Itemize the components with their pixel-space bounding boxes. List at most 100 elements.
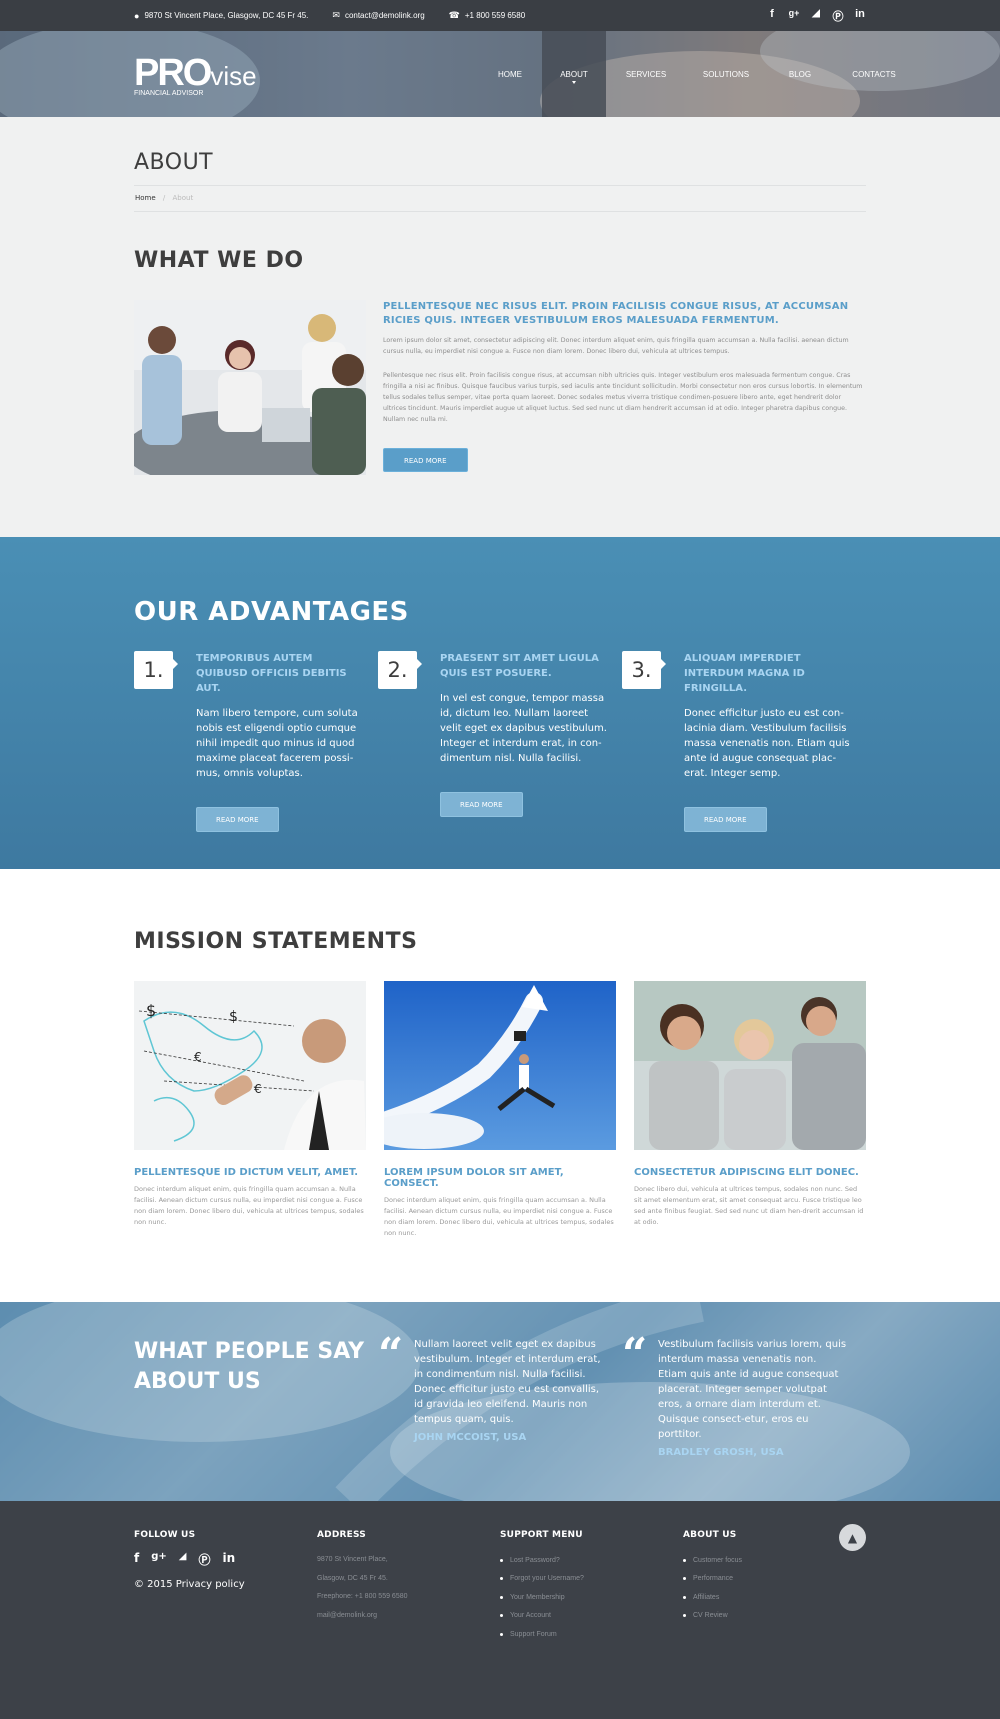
address-line: 9870 St Vincent Place, xyxy=(317,1556,388,1563)
linkedin-icon[interactable]: in xyxy=(223,1551,236,1568)
advantage-read-more-button[interactable]: READ MORE xyxy=(440,792,523,817)
address-line: Glasgow, DC 45 Fr 45. xyxy=(317,1574,388,1582)
facebook-icon[interactable]: f xyxy=(766,8,778,24)
mission-text: Donec interdum aliquet enim, quis fringi… xyxy=(384,1196,614,1237)
mission-heading[interactable]: CONSECTETUR ADIPISCING ELIT DONEC. xyxy=(634,1167,866,1178)
advantage-heading: PRAESENT SIT AMET LIGULA QUIS EST POSUER… xyxy=(440,653,599,679)
team-meeting-photo xyxy=(134,300,366,475)
advantages-title: OUR ADVANTAGES xyxy=(134,597,409,627)
copyright-privacy-link[interactable]: © 2015 Privacy policy xyxy=(134,1579,317,1590)
about-link[interactable]: CV Review xyxy=(683,1607,866,1626)
mission-text: Donec interdum aliquet enim, quis fringi… xyxy=(134,1185,364,1226)
nav-blog[interactable]: BLOG xyxy=(766,31,834,117)
advantage-item: 3. ALIQUAM IMPERDIET INTERDUM MAGNA ID F… xyxy=(622,651,866,832)
mission-item: LOREM IPSUM DOLOR SIT AMET, CONSECT. Don… xyxy=(384,981,616,1239)
map-pin-icon: ● xyxy=(134,10,140,21)
google-plus-icon[interactable]: g+ xyxy=(151,1551,167,1568)
advantage-number: 2. xyxy=(378,651,422,689)
what-we-do-block: PELLENTESQUE NEC RISUS ELIT. PROIN FACIL… xyxy=(134,300,866,475)
testimonials-section: WHAT PEOPLE SAY ABOUT US “ Nullam laoree… xyxy=(0,1302,1000,1501)
advantage-heading: ALIQUAM IMPERDIET INTERDUM MAGNA ID FRIN… xyxy=(684,653,805,694)
mission-section: MISSION STATEMENTS $ $ € € PELLENTESQUE … xyxy=(0,869,1000,1302)
support-link[interactable]: Your Account xyxy=(500,1607,683,1626)
footer-social-links: f g+ ◢ Ⓟ in xyxy=(134,1551,317,1568)
footer-about-column: ABOUT US Customer focus Performance Affi… xyxy=(683,1530,866,1644)
mail-icon: ✉ xyxy=(332,10,340,20)
nav-about[interactable]: ABOUT xyxy=(542,31,606,117)
topbar-email[interactable]: ✉ contact@demolink.org xyxy=(332,10,424,21)
business-team-photo[interactable] xyxy=(634,981,866,1150)
nav-home[interactable]: HOME xyxy=(478,31,542,117)
mission-item: CONSECTETUR ADIPISCING ELIT DONEC. Donec… xyxy=(634,981,866,1239)
about-link[interactable]: Customer focus xyxy=(683,1551,866,1570)
support-link[interactable]: Support Forum xyxy=(500,1625,683,1644)
testimonial-author: JOHN MCCOIST, USA xyxy=(414,1432,527,1443)
main-nav: HOME ABOUT SERVICES SOLUTIONS BLOG CONTA… xyxy=(478,31,914,117)
mission-heading[interactable]: LOREM IPSUM DOLOR SIT AMET, CONSECT. xyxy=(384,1167,616,1189)
about-section: ABOUT Home / About WHAT WE DO PELLENTESQ… xyxy=(0,117,1000,537)
about-link[interactable]: Performance xyxy=(683,1570,866,1589)
footer-address-column: ADDRESS 9870 St Vincent Place, Glasgow, … xyxy=(317,1530,500,1644)
testimonial-item: “ Vestibulum facilisis varius lorem, qui… xyxy=(622,1329,866,1459)
support-link[interactable]: Your Membership xyxy=(500,1588,683,1607)
facebook-icon[interactable]: f xyxy=(134,1551,139,1568)
read-more-button[interactable]: READ MORE xyxy=(383,448,468,472)
advantage-text: Nam libero tempore, cum soluta nobis est… xyxy=(196,708,358,779)
pinterest-icon[interactable]: Ⓟ xyxy=(198,1551,210,1568)
mission-heading[interactable]: PELLENTESQUE ID DICTUM VELIT, AMET. xyxy=(134,1167,366,1178)
world-map-photo[interactable]: $ $ € € xyxy=(134,981,366,1150)
site-logo[interactable]: PROvise FINANCIAL ADVISOR xyxy=(134,54,257,97)
site-header: PROvise FINANCIAL ADVISOR HOME ABOUT SER… xyxy=(0,31,1000,117)
nav-solutions[interactable]: SOLUTIONS xyxy=(686,31,766,117)
advantage-number: 3. xyxy=(622,651,666,689)
breadcrumb-home[interactable]: Home xyxy=(135,194,156,202)
mission-title: MISSION STATEMENTS xyxy=(134,929,418,954)
mission-item: $ $ € € PELLENTESQUE ID DICTUM VELIT, AM… xyxy=(134,981,366,1239)
footer-follow-heading: FOLLOW US xyxy=(134,1530,196,1540)
what-we-do-paragraph-1: Lorem ipsum dolor sit amet, consectetur … xyxy=(383,337,849,355)
back-to-top-button[interactable]: ▲ xyxy=(839,1524,866,1551)
testimonial-text: Vestibulum facilisis varius lorem, quis … xyxy=(658,1339,847,1440)
svg-text:$: $ xyxy=(229,1009,238,1025)
advantage-item: 1. TEMPORIBUS AUTEM QUIBUSD OFFICIIS DEB… xyxy=(134,651,378,832)
rss-icon[interactable]: ◢ xyxy=(810,8,822,24)
topbar-address: ● 9870 St Vincent Place, Glasgow, DC 45 … xyxy=(134,10,309,21)
linkedin-icon[interactable]: in xyxy=(854,8,866,24)
topbar-phone: ☎ +1 800 559 6580 xyxy=(448,10,526,20)
advantage-text: In vel est congue, tempor massa id, dict… xyxy=(440,693,607,764)
chevron-up-icon: ▲ xyxy=(847,1530,858,1545)
support-link[interactable]: Lost Password? xyxy=(500,1551,683,1570)
what-we-do-title: WHAT WE DO xyxy=(134,248,304,273)
page-title: ABOUT xyxy=(134,150,866,186)
svg-text:€: € xyxy=(254,1082,262,1096)
footer-support-heading: SUPPORT MENU xyxy=(500,1530,583,1540)
advantage-text: Donec efficitur justo eu est con-lacinia… xyxy=(684,708,850,779)
topbar-social-links: f g+ ◢ Ⓟ in xyxy=(766,8,866,24)
about-link[interactable]: Affiliates xyxy=(683,1588,866,1607)
site-footer: ▲ FOLLOW US f g+ ◢ Ⓟ in © 2015 Privacy p… xyxy=(0,1501,1000,1719)
advantages-section: OUR ADVANTAGES 1. TEMPORIBUS AUTEM QUIBU… xyxy=(0,537,1000,869)
quote-icon: “ xyxy=(622,1329,648,1380)
what-we-do-paragraph-2: Pellentesque nec risus elit. Proin facil… xyxy=(383,372,863,423)
footer-follow-column: FOLLOW US f g+ ◢ Ⓟ in © 2015 Privacy pol… xyxy=(134,1530,317,1644)
freephone-line: Freephone: +1 800 559 6580 xyxy=(317,1593,408,1600)
svg-text:$: $ xyxy=(146,1001,156,1020)
jumping-businessman-photo[interactable] xyxy=(384,981,616,1150)
rss-icon[interactable]: ◢ xyxy=(179,1551,187,1568)
footer-address-heading: ADDRESS xyxy=(317,1530,366,1540)
footer-email-link[interactable]: mail@demolink.org xyxy=(317,1607,500,1626)
support-link[interactable]: Forgot your Username? xyxy=(500,1570,683,1589)
breadcrumb: Home / About xyxy=(134,186,866,212)
what-we-do-heading: PELLENTESQUE NEC RISUS ELIT. PROIN FACIL… xyxy=(383,301,849,326)
advantage-read-more-button[interactable]: READ MORE xyxy=(684,807,767,832)
pinterest-icon[interactable]: Ⓟ xyxy=(832,8,844,24)
advantage-read-more-button[interactable]: READ MORE xyxy=(196,807,279,832)
nav-contacts[interactable]: CONTACTS xyxy=(834,31,914,117)
google-plus-icon[interactable]: g+ xyxy=(788,8,800,24)
top-bar: ● 9870 St Vincent Place, Glasgow, DC 45 … xyxy=(0,0,1000,31)
testimonials-title: WHAT PEOPLE SAY ABOUT US xyxy=(134,1339,365,1394)
nav-services[interactable]: SERVICES xyxy=(606,31,686,117)
testimonial-item: “ Nullam laoreet velit eget ex dapibus v… xyxy=(378,1329,622,1458)
quote-icon: “ xyxy=(378,1329,404,1380)
breadcrumb-current: About xyxy=(172,194,194,202)
